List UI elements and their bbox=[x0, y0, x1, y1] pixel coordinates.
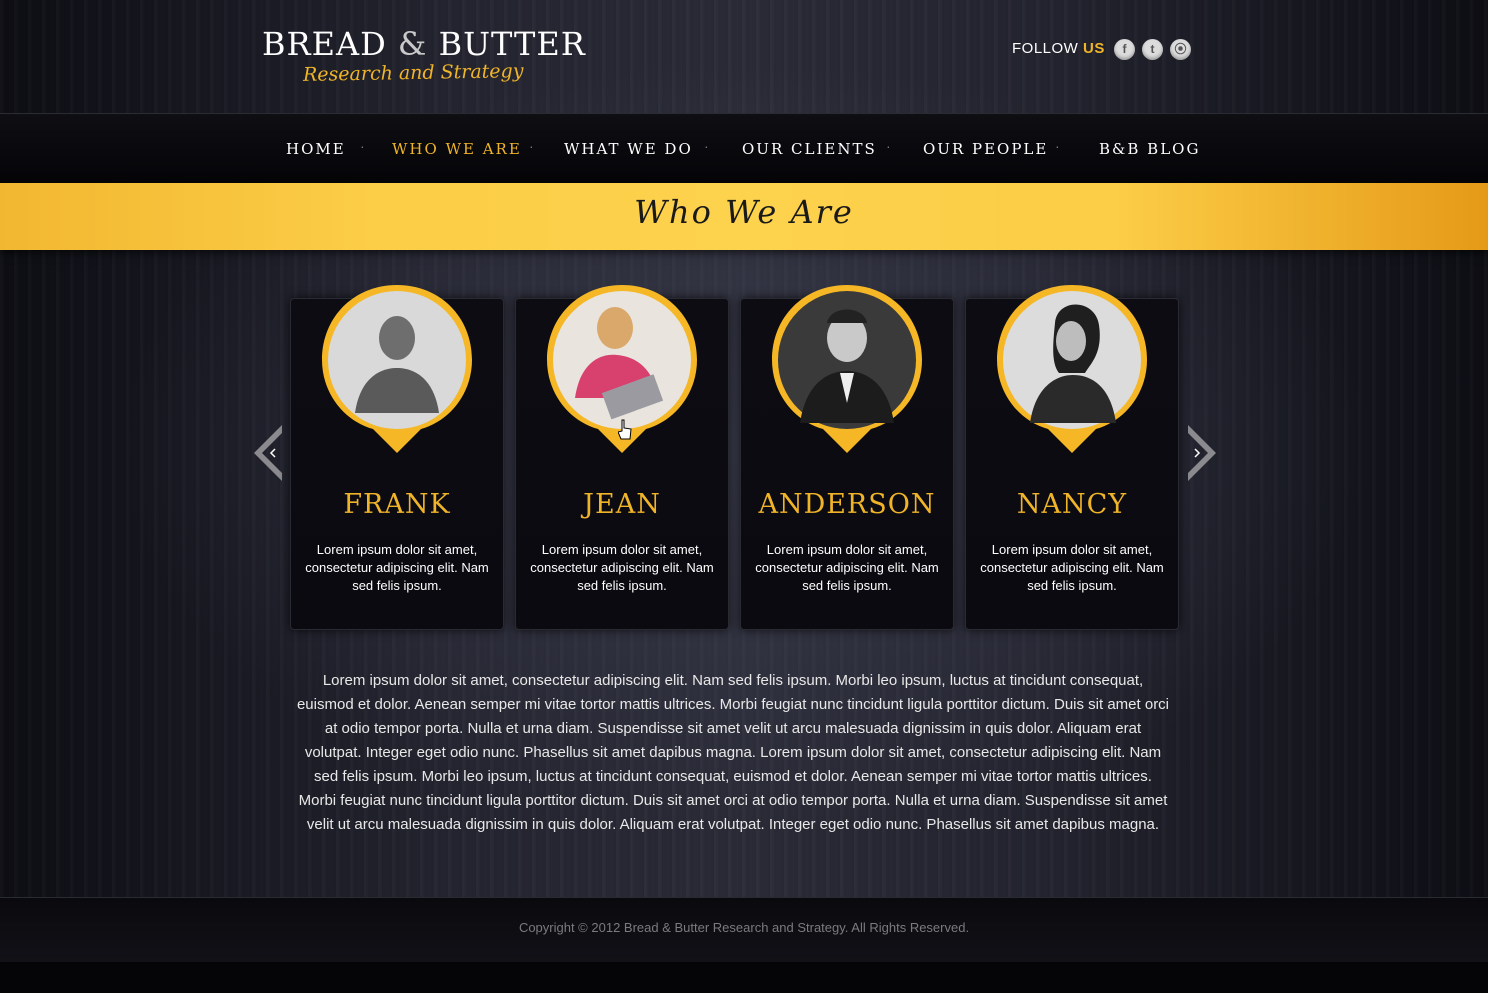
person-card-anderson[interactable]: ANDERSON Lorem ipsum dolor sit amet, con… bbox=[740, 285, 954, 630]
about-paragraph: Lorem ipsum dolor sit amet, consectetur … bbox=[296, 672, 1170, 833]
main-nav: HOME · WHO WE ARE · WHAT WE DO · OUR CLI… bbox=[0, 113, 1488, 185]
carousel-prev-arrow[interactable] bbox=[252, 425, 282, 481]
site-footer: Copyright © 2012 Bread & Butter Research… bbox=[0, 897, 1488, 963]
person-photo-pin bbox=[547, 285, 697, 453]
follow-us-highlight: US bbox=[1083, 40, 1105, 57]
carousel-next-arrow[interactable] bbox=[1188, 425, 1218, 481]
copyright-text: Copyright © 2012 Bread & Butter Research… bbox=[518, 920, 970, 935]
person-name: JEAN bbox=[583, 489, 661, 520]
avatar bbox=[379, 316, 415, 360]
bottom-strip bbox=[0, 962, 1488, 993]
hand-cursor-icon bbox=[618, 419, 632, 440]
person-name: ANDERSON bbox=[758, 489, 936, 520]
person-card-jean[interactable]: JEAN Lorem ipsum dolor sit amet, consect… bbox=[515, 285, 729, 630]
logo-word-1: BREAD bbox=[262, 25, 387, 63]
nav-what-we-do[interactable]: WHAT WE DO bbox=[564, 140, 693, 158]
rss-icon[interactable]: ⦿ bbox=[1170, 39, 1191, 60]
twitter-icon[interactable]: t bbox=[1142, 39, 1163, 60]
person-photo-pin bbox=[997, 285, 1147, 453]
avatar bbox=[597, 307, 633, 349]
person-description: Lorem ipsum dolor sit amet, consectetur … bbox=[755, 542, 939, 593]
site-header: BREAD & BUTTER Research and Strategy FOL… bbox=[0, 0, 1488, 113]
logo-word-2: BUTTER bbox=[438, 25, 586, 63]
person-photo-pin bbox=[772, 285, 922, 453]
avatar bbox=[1056, 321, 1086, 361]
person-description: Lorem ipsum dolor sit amet, consectetur … bbox=[305, 542, 489, 593]
person-description: Lorem ipsum dolor sit amet, consectetur … bbox=[530, 542, 714, 593]
nav-separator: · bbox=[704, 138, 709, 154]
person-description: Lorem ipsum dolor sit amet, consectetur … bbox=[980, 542, 1164, 593]
person-name: NANCY bbox=[1016, 489, 1128, 520]
nav-separator: · bbox=[1055, 138, 1060, 154]
logo-subtitle: Research and Strategy bbox=[302, 60, 524, 86]
nav-our-clients[interactable]: OUR CLIENTS bbox=[742, 140, 877, 158]
nav-separator: · bbox=[529, 138, 534, 154]
nav-who-we-are[interactable]: WHO WE ARE bbox=[392, 140, 522, 158]
nav-blog[interactable]: B&B BLOG bbox=[1099, 140, 1200, 158]
page-banner: Who We Are bbox=[0, 183, 1488, 250]
follow-us-label: FOLLOW US bbox=[1012, 40, 1105, 57]
nav-separator: · bbox=[360, 138, 365, 154]
logo-ampersand: & bbox=[397, 25, 428, 63]
person-photo-pin bbox=[322, 285, 472, 453]
nav-home[interactable]: HOME bbox=[286, 140, 346, 158]
person-card-nancy[interactable]: NANCY Lorem ipsum dolor sit amet, consec… bbox=[965, 285, 1179, 630]
logo[interactable]: BREAD & BUTTER bbox=[262, 24, 586, 64]
follow-label: FOLLOW bbox=[1012, 40, 1079, 57]
person-name: FRANK bbox=[343, 489, 451, 520]
page-title: Who We Are bbox=[634, 193, 854, 231]
facebook-icon[interactable]: f bbox=[1114, 39, 1135, 60]
nav-separator: · bbox=[886, 138, 891, 154]
person-card-frank[interactable]: FRANK Lorem ipsum dolor sit amet, consec… bbox=[290, 285, 504, 630]
nav-our-people[interactable]: OUR PEOPLE bbox=[923, 140, 1048, 158]
